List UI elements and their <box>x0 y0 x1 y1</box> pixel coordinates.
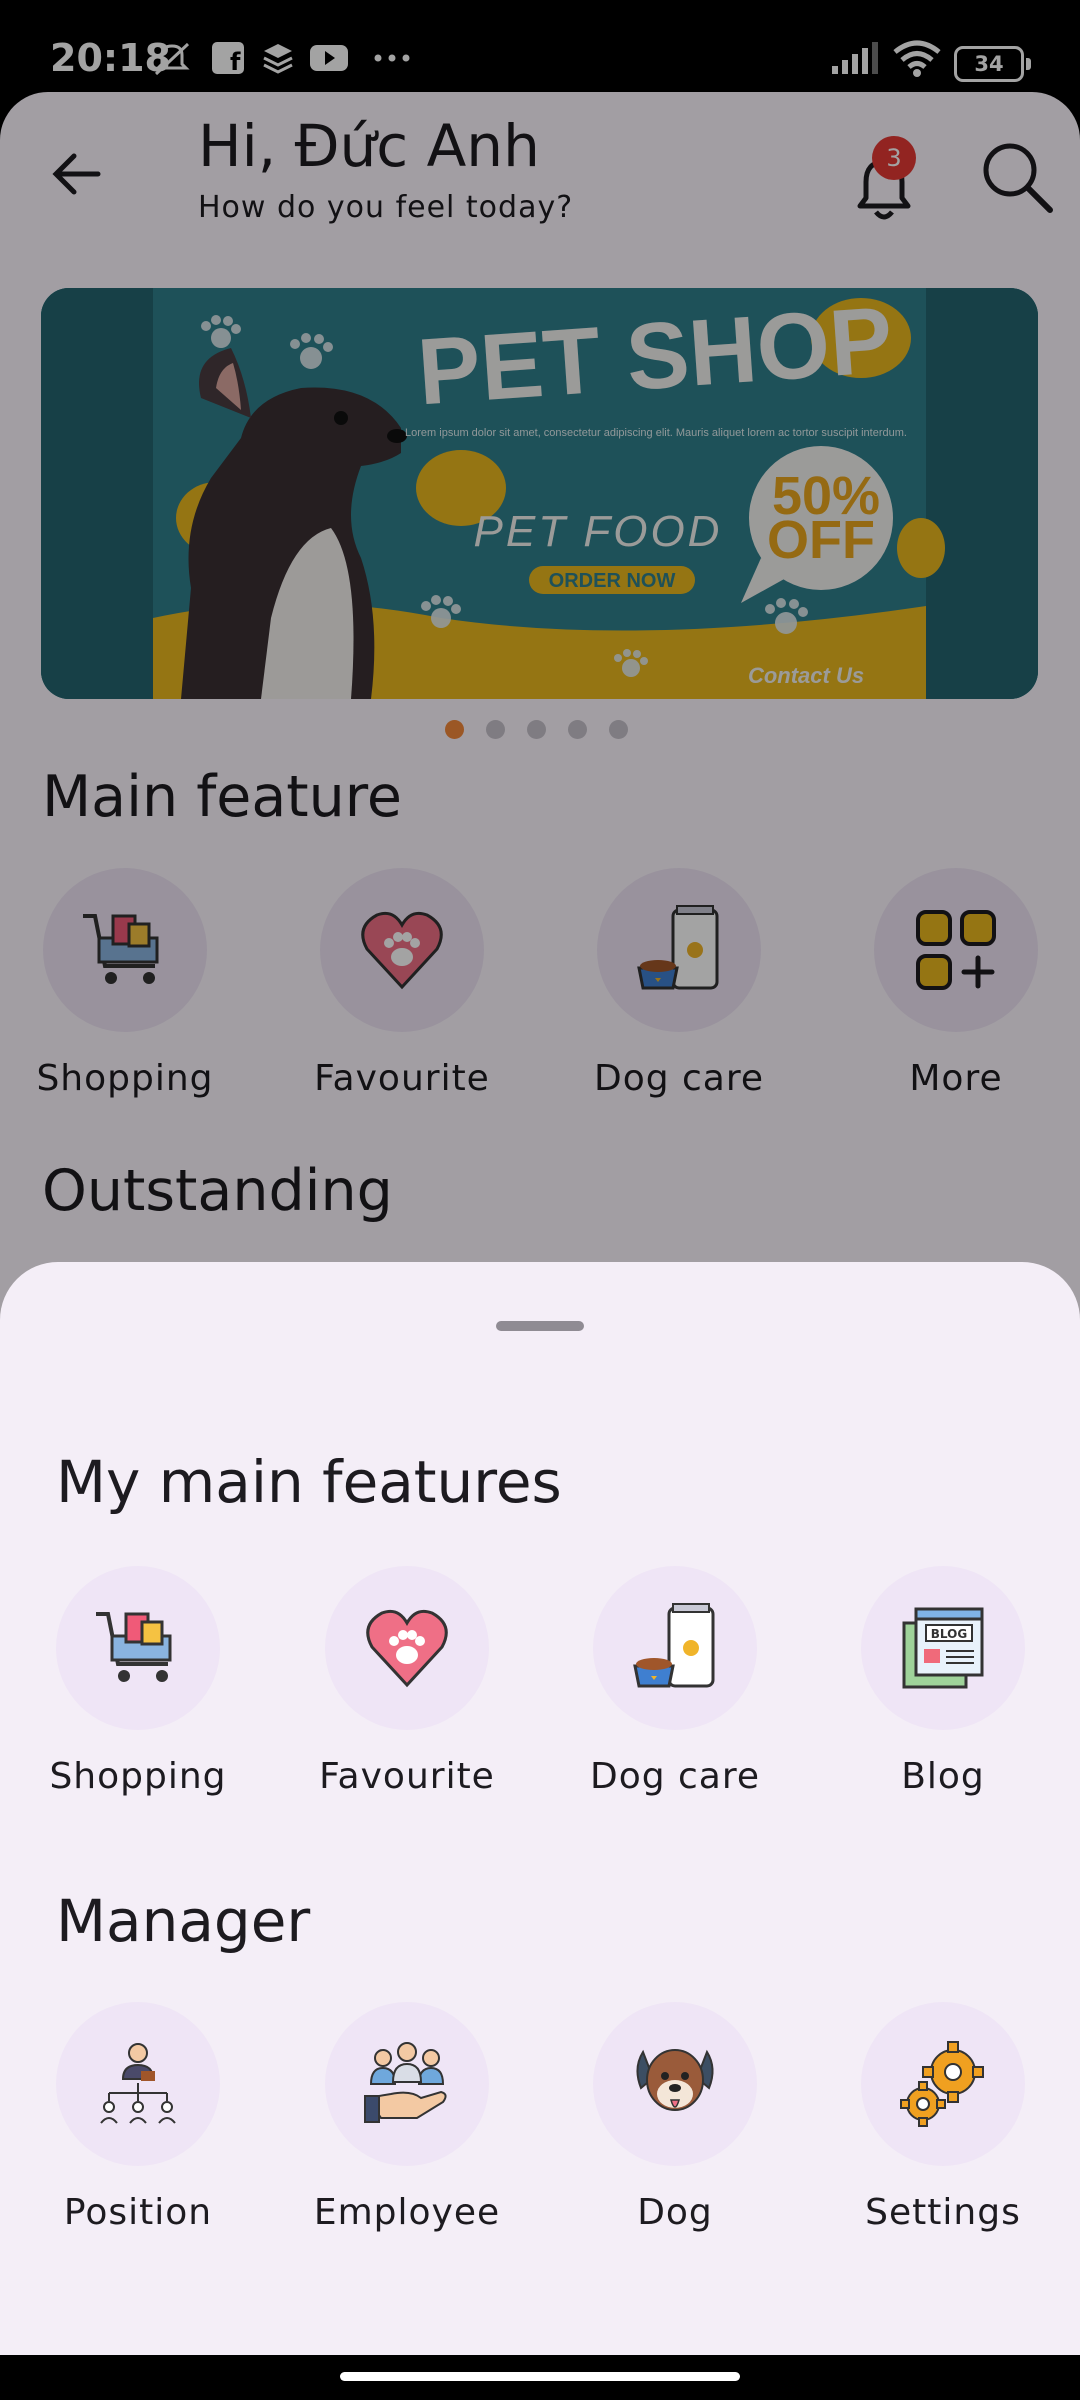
feature-icon-circle: BLOG <box>861 1566 1025 1730</box>
svg-text:BLOG: BLOG <box>931 1627 967 1641</box>
my-feature-favourite[interactable]: Favourite <box>292 1566 522 1797</box>
manager-settings[interactable]: Settings <box>828 2002 1058 2233</box>
heart-paw-icon <box>366 1609 448 1688</box>
feature-icon-circle <box>593 1566 757 1730</box>
feature-icon-circle <box>56 2002 220 2166</box>
drag-handle[interactable] <box>496 1321 584 1331</box>
feature-icon-circle <box>325 1566 489 1730</box>
shopping-cart-icon <box>96 1612 172 1682</box>
my-main-features-title: My main features <box>56 1448 562 1516</box>
employee-hand-icon <box>364 2042 447 2123</box>
feature-icon-circle <box>325 2002 489 2166</box>
org-chart-icon <box>100 2043 176 2124</box>
pet-food-bag-icon <box>633 1603 715 1688</box>
feature-label: Position <box>63 2192 213 2233</box>
my-feature-shopping[interactable]: Shopping <box>23 1566 253 1797</box>
features-bottom-sheet: My main features Shopping Favourite Dog … <box>0 1262 1080 2400</box>
my-feature-dog-care[interactable]: Dog care <box>560 1566 790 1797</box>
feature-icon-circle <box>593 2002 757 2166</box>
feature-icon-circle <box>861 2002 1025 2166</box>
feature-label: Settings <box>865 2192 1021 2233</box>
gears-icon <box>900 2041 984 2127</box>
my-feature-blog[interactable]: BLOG Blog <box>828 1566 1058 1797</box>
manager-employee[interactable]: Employee <box>292 2002 522 2233</box>
feature-label: Dog <box>637 2192 713 2233</box>
home-indicator[interactable] <box>340 2372 740 2381</box>
feature-icon-circle <box>56 1566 220 1730</box>
manager-title: Manager <box>56 1887 311 1955</box>
feature-label: Dog care <box>589 1756 761 1797</box>
feature-label: Employee <box>313 2192 501 2233</box>
manager-position[interactable]: Position <box>23 2002 253 2233</box>
blog-icon: BLOG <box>902 1607 984 1689</box>
manager-dog[interactable]: Dog <box>560 2002 790 2233</box>
dog-face-icon <box>636 2049 714 2111</box>
feature-label: Shopping <box>49 1756 227 1797</box>
feature-label: Blog <box>901 1756 985 1797</box>
feature-label: Favourite <box>319 1756 495 1797</box>
